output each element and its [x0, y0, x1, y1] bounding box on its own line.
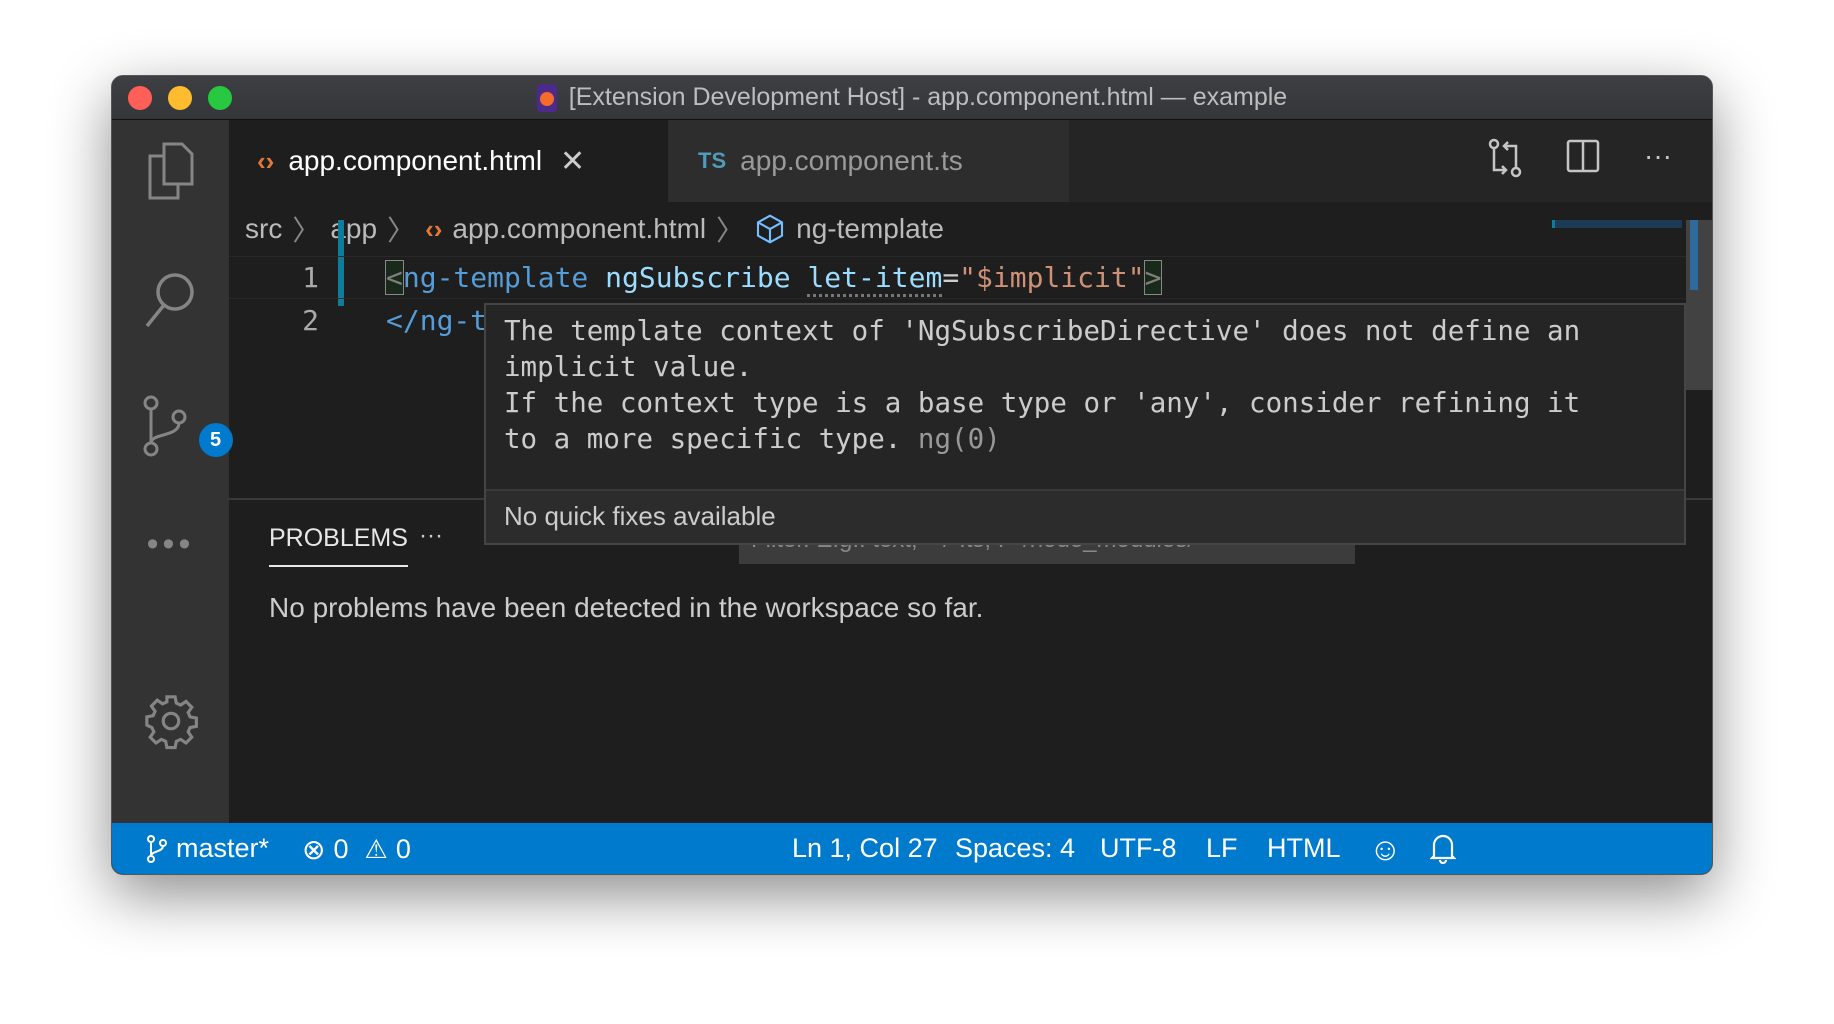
files-icon	[148, 142, 193, 200]
source-control-button[interactable]: 5	[112, 395, 233, 459]
hover-text: implicit value.	[504, 351, 753, 383]
code-line-2: 2 </ng-t	[229, 299, 487, 342]
line-number: 1	[302, 261, 319, 294]
diagnostic-source: ng(0)	[917, 423, 1001, 455]
code-text: </ng-t	[386, 304, 488, 337]
hover-text: to a more specific type.	[504, 423, 902, 455]
vscode-window: [Extension Development Host] - app.compo…	[111, 75, 1713, 875]
tab-app-component-ts[interactable]: TS app.component.ts	[668, 120, 1069, 202]
manage-button[interactable]	[112, 692, 229, 750]
hover-text: The template context of 'NgSubscribeDire…	[504, 315, 1581, 347]
branch-name: master*	[176, 833, 270, 863]
editor-tabs: ‹› app.component.html ✕ TS app.component…	[229, 120, 1712, 202]
attribute-with-diagnostic: let-item	[807, 261, 943, 297]
search-button[interactable]	[112, 270, 229, 330]
more-actions-icon[interactable]: ···	[1644, 138, 1672, 178]
html-brackets-icon: ‹›	[257, 145, 275, 176]
tag-name: ng-template	[402, 261, 589, 294]
title-bar: [Extension Development Host] - app.compo…	[112, 76, 1712, 120]
encoding[interactable]: UTF-8	[1100, 833, 1177, 864]
problems-message: No problems have been detected in the wo…	[269, 592, 984, 623]
line-number: 2	[302, 304, 319, 337]
source-control-icon	[143, 395, 186, 457]
feedback-smiley-icon[interactable]: ☺	[1369, 831, 1402, 868]
panel-more-icon[interactable]: ···	[419, 522, 443, 550]
attribute: ngSubscribe	[605, 261, 791, 294]
warning-icon: ⚠	[364, 834, 388, 864]
problems-status[interactable]: ⊗ 0 ⚠ 0	[302, 833, 411, 866]
equals: =	[942, 261, 960, 294]
minimize-window-button[interactable]	[168, 86, 192, 110]
error-icon: ⊗	[302, 834, 326, 865]
app-icon	[536, 83, 557, 112]
close-tab-icon[interactable]: ✕	[560, 144, 585, 179]
more-icon[interactable]: •••	[112, 525, 229, 564]
tab-problems[interactable]: PROBLEMS	[269, 524, 408, 567]
language-mode[interactable]: HTML	[1267, 833, 1341, 864]
status-bar: master* ⊗ 0 ⚠ 0 Ln 1, Col 27 Spaces: 4 UTF…	[112, 823, 1712, 874]
indentation[interactable]: Spaces: 4	[955, 833, 1075, 864]
gear-icon	[144, 695, 198, 750]
window-title: [Extension Development Host] - app.compo…	[568, 83, 1288, 111]
maximize-window-button[interactable]	[208, 86, 232, 110]
warning-count: 0	[395, 834, 411, 864]
bracket-match: <	[385, 260, 404, 295]
editor-scrollbar[interactable]	[1686, 220, 1712, 390]
branch-status[interactable]: master*	[146, 833, 269, 864]
tab-label: app.component.html	[288, 145, 543, 176]
code-line-1: 1 <ng-template ngSubscribe let-item="$im…	[229, 256, 1712, 299]
open-changes-icon[interactable]	[1488, 138, 1522, 178]
bracket-match: >	[1143, 260, 1163, 295]
minimap[interactable]	[1552, 220, 1682, 228]
tab-app-component-html[interactable]: ‹› app.component.html ✕	[229, 120, 668, 202]
error-count: 0	[333, 834, 349, 864]
close-window-button[interactable]	[128, 86, 152, 110]
explorer-button[interactable]	[112, 142, 229, 200]
notifications-bell-icon[interactable]	[1430, 832, 1456, 864]
activity-bar: 5 •••	[112, 120, 233, 823]
tab-label: app.component.ts	[740, 145, 963, 176]
attribute-value: "$implicit"	[959, 261, 1145, 294]
cursor-position[interactable]: Ln 1, Col 27	[792, 833, 938, 864]
diagnostic-hover: The template context of 'NgSubscribeDire…	[484, 303, 1686, 545]
search-icon	[145, 273, 194, 328]
git-branch-icon	[147, 834, 167, 863]
line-ending[interactable]: LF	[1206, 833, 1238, 864]
scm-badge: 5	[198, 423, 233, 457]
problems-panel: PROBLEMS ··· Filter. E.g.: text, **/*.ts…	[229, 498, 1712, 823]
hover-text: If the context type is a base type or 'a…	[504, 387, 1581, 419]
quick-fix-status: No quick fixes available	[486, 489, 1684, 543]
split-editor-icon[interactable]	[1566, 138, 1600, 174]
typescript-icon: TS	[698, 148, 727, 173]
